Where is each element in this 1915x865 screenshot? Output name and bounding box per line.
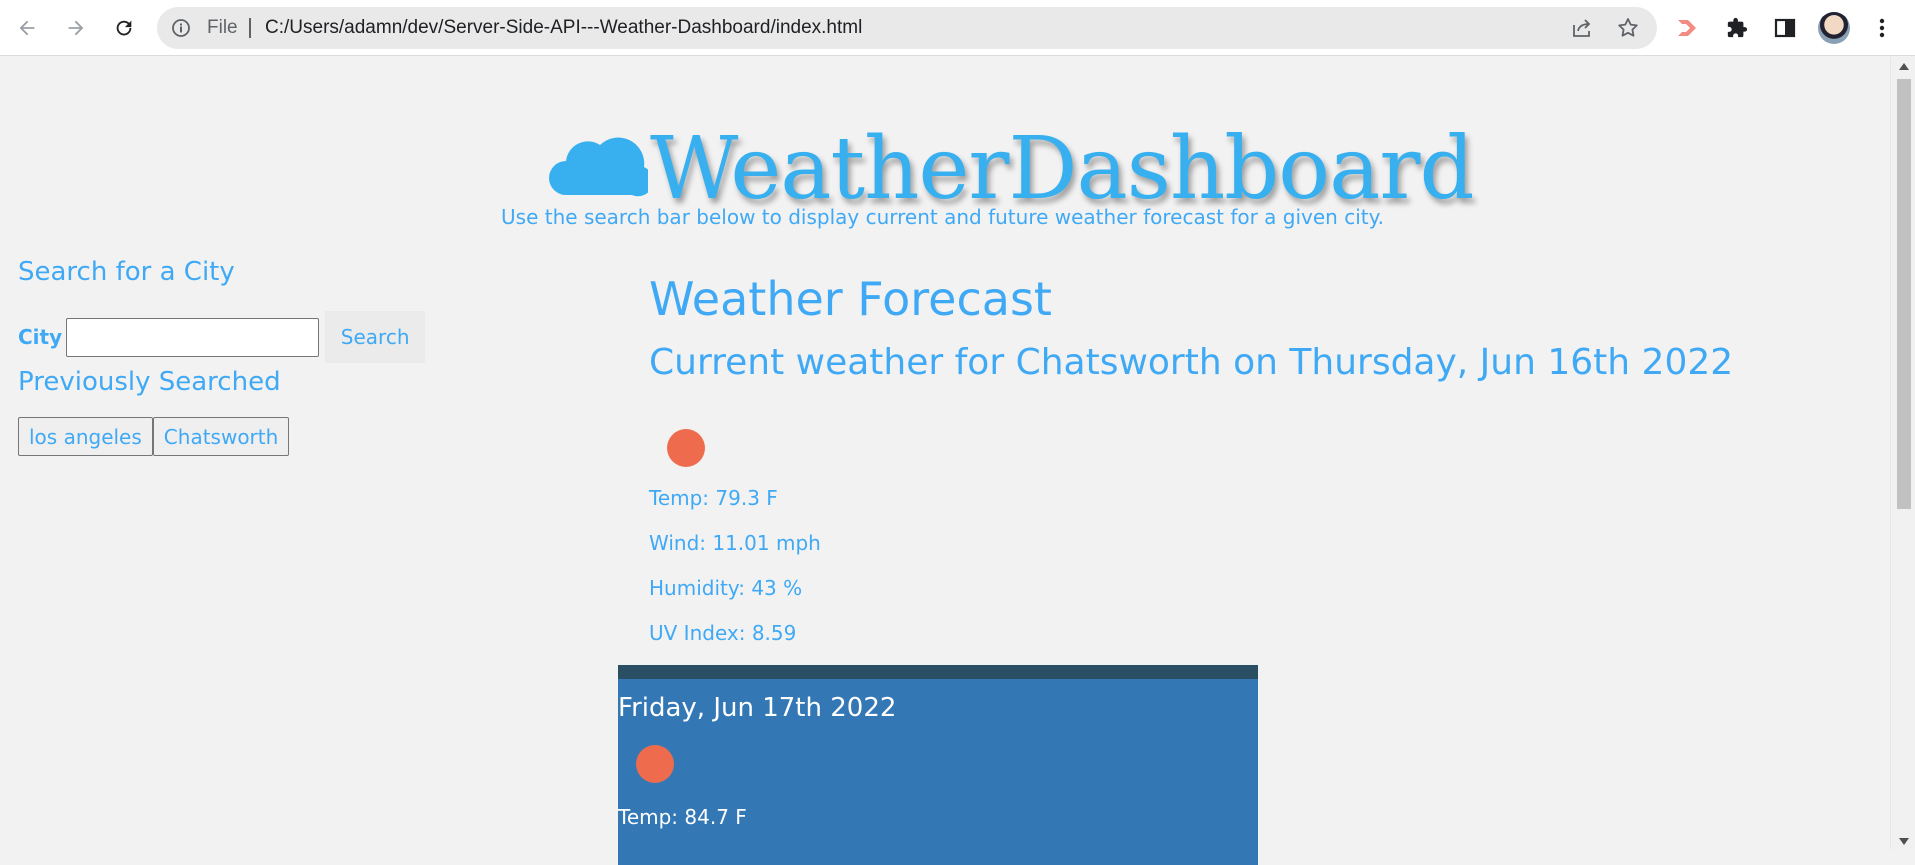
share-icon[interactable] [1570, 17, 1594, 39]
search-heading: Search for a City [18, 257, 235, 287]
forecast-heading: Weather Forecast [649, 272, 1052, 326]
reload-icon [116, 20, 132, 36]
url-text[interactable]: C:/Users/adamn/dev/Server-Side-API---Wea… [265, 17, 862, 39]
forecast-temp: Temp: 84.7 F [618, 805, 747, 829]
current-temp: Temp: 79.3 F [649, 486, 778, 510]
current-uv-index: UV Index: 8.59 [649, 621, 797, 645]
site-header: WeatherDashboard [548, 97, 1475, 219]
back-button[interactable] [11, 12, 43, 44]
cast-extension-icon [1678, 20, 1696, 36]
cloud-icon [549, 137, 648, 197]
forward-button[interactable] [60, 12, 92, 44]
browser-toolbar: File C:/Users/adamn/dev/Server-Side-API-… [0, 0, 1915, 56]
brand-title: WeatherDashboard [650, 119, 1475, 219]
side-panel-icon [1774, 18, 1796, 38]
current-wind: Wind: 11.01 mph [649, 531, 821, 555]
page-content: WeatherDashboard Use the search bar belo… [0, 57, 1890, 865]
extensions-button[interactable] [1722, 13, 1752, 43]
forward-arrow-icon [68, 20, 84, 36]
sun-icon [636, 745, 674, 783]
scroll-up-arrow-icon[interactable] [1899, 63, 1909, 70]
city-label: City [18, 325, 63, 349]
search-history: los angeles Chatsworth [18, 417, 290, 456]
scrollbar-thumb[interactable] [1897, 79, 1911, 509]
city-input[interactable] [66, 317, 320, 357]
history-button-los-angeles[interactable]: los angeles [18, 417, 153, 456]
history-button-chatsworth[interactable]: Chatsworth [152, 417, 290, 456]
reload-button[interactable] [108, 12, 140, 44]
profile-avatar[interactable] [1818, 12, 1850, 44]
more-vertical-icon [1879, 18, 1885, 38]
url-scheme: File [207, 17, 238, 38]
puzzle-icon [1727, 17, 1748, 38]
current-humidity: Humidity: 43 % [649, 576, 803, 600]
extension-cast-button[interactable] [1674, 13, 1704, 43]
bookmark-star-icon[interactable] [1616, 16, 1640, 40]
back-arrow-icon [19, 20, 35, 36]
search-button[interactable]: Search [325, 311, 426, 363]
sun-icon [667, 429, 705, 467]
forecast-main: Weather Forecast Current weather for Cha… [649, 272, 1849, 645]
scroll-down-arrow-icon[interactable] [1899, 838, 1909, 845]
search-form: City Search [18, 311, 426, 363]
forecast-date: Friday, Jun 17th 2022 [618, 693, 897, 723]
forecast-card: Friday, Jun 17th 2022 Temp: 84.7 F [618, 665, 1258, 865]
side-panel-button[interactable] [1770, 13, 1800, 43]
previous-searched-heading: Previously Searched [18, 367, 281, 397]
search-sidebar: Search for a City City Search Previously… [18, 257, 438, 456]
url-divider [249, 18, 251, 38]
vertical-scrollbar[interactable] [1890, 57, 1915, 849]
current-weather-title: Current weather for Chatsworth on Thursd… [649, 342, 1734, 383]
info-icon[interactable] [171, 18, 191, 38]
menu-button[interactable] [1867, 13, 1897, 43]
page-subtitle: Use the search bar below to display curr… [501, 205, 1384, 229]
address-bar[interactable]: File C:/Users/adamn/dev/Server-Side-API-… [157, 7, 1657, 49]
